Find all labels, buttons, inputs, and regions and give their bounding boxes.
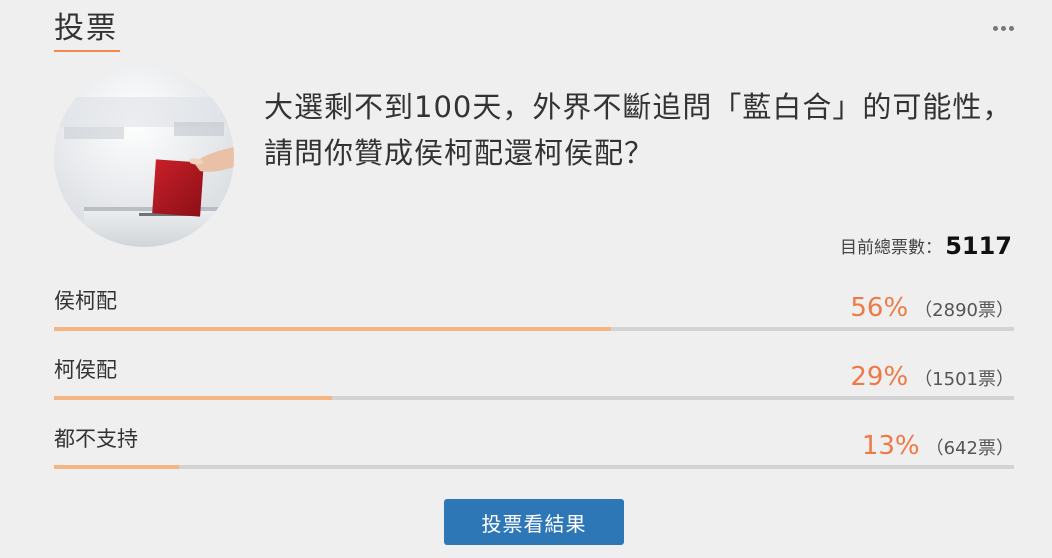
option-stats: 13% （642票） (862, 431, 1014, 464)
option-bar-track (54, 465, 1014, 469)
option-percent: 29% (850, 362, 909, 392)
option-percent: 56% (850, 293, 909, 323)
title-underline (54, 50, 120, 52)
option-bar-track (54, 327, 1014, 331)
more-dot (1000, 25, 1006, 31)
more-dot (1008, 25, 1014, 31)
option-label: 都不支持 (54, 427, 138, 451)
option-count: （2890票） (914, 300, 1014, 321)
ballot-illustration (54, 97, 234, 247)
poll-question: 大選剩不到100天，外界不斷追問「藍白合」的可能性，請問你贊成侯柯配還柯侯配？ (264, 90, 1013, 170)
option-count: （642票） (925, 438, 1014, 459)
option-bar-fill (54, 465, 179, 469)
option-bar-fill (54, 396, 333, 400)
page-title: 投票 (54, 11, 118, 46)
ballot-box-image (54, 67, 234, 247)
poll-option[interactable]: 柯侯配 29% （1501票） (54, 356, 1014, 400)
option-label: 侯柯配 (54, 289, 117, 313)
total-votes-label: 目前總票數： (840, 238, 942, 258)
total-votes-value: 5117 (945, 232, 1012, 260)
more-dots-icon (992, 25, 998, 31)
option-stats: 29% （1501票） (850, 362, 1014, 395)
poll-option[interactable]: 侯柯配 56% （2890票） (54, 287, 1014, 331)
view-results-button[interactable]: 投票看結果 (444, 499, 624, 545)
option-bar-track (54, 396, 1014, 400)
option-stats: 56% （2890票） (850, 293, 1014, 326)
option-bar-fill (54, 327, 611, 331)
option-label: 柯侯配 (54, 358, 117, 382)
option-count: （1501票） (914, 369, 1014, 390)
option-percent: 13% (861, 431, 920, 461)
poll-option[interactable]: 都不支持 13% （642票） (54, 425, 1014, 469)
more-options-button[interactable] (988, 18, 1018, 38)
